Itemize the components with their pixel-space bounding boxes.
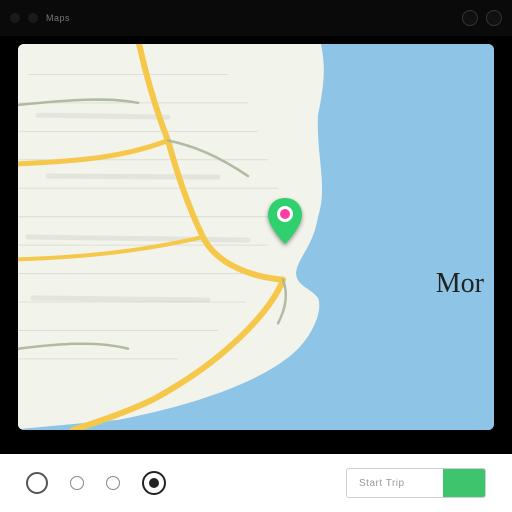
window-control-dot[interactable] [28,13,38,23]
map-canvas[interactable] [18,44,494,430]
action-chip-accent [443,469,485,497]
nav-dot-1[interactable] [26,472,48,494]
tab-label: Maps [46,13,70,23]
window-control-dot[interactable] [10,13,20,23]
nav-dot-2[interactable] [70,476,84,490]
action-chip[interactable]: Start Trip [346,468,486,498]
window-titlebar: Maps [0,0,512,36]
map-stage: Mor [0,36,512,454]
toolbar-button[interactable] [486,10,502,26]
map-area-label: Mor [436,268,484,300]
footer-toolbar: Start Trip [0,454,512,512]
nav-dot-active[interactable] [142,471,166,495]
map-viewport[interactable]: Mor [18,44,494,430]
map-pin[interactable] [268,198,302,249]
action-chip-label: Start Trip [347,478,443,489]
toolbar-button[interactable] [462,10,478,26]
nav-dot-3[interactable] [106,476,120,490]
